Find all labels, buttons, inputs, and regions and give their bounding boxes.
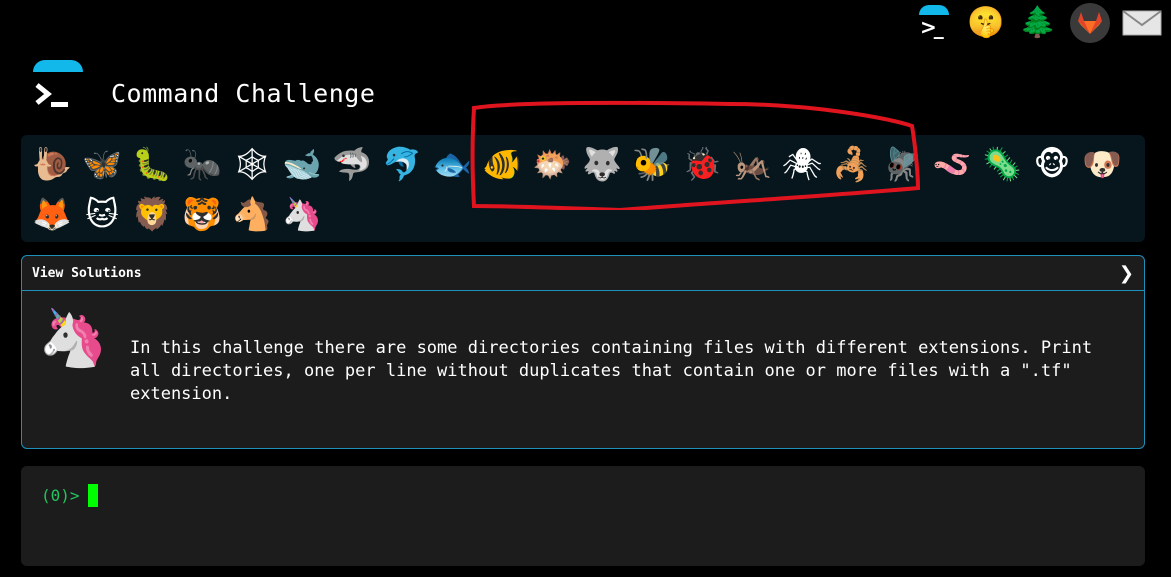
- tropical-fish-icon[interactable]: 🐠: [477, 139, 527, 189]
- terminal-prompt: (0)>: [41, 484, 98, 507]
- horse-icon[interactable]: 🐴: [227, 189, 277, 239]
- shushing-face-icon[interactable]: 🤫: [965, 2, 1007, 44]
- terminal-cursor: [87, 484, 98, 507]
- shark-icon[interactable]: 🦈: [327, 139, 377, 189]
- worm-icon[interactable]: 🪱: [927, 139, 977, 189]
- terminal[interactable]: (0)>: [21, 466, 1145, 566]
- solutions-panel: View Solutions ❯ 🦄 In this challenge the…: [21, 255, 1145, 449]
- brand: Command Challenge: [30, 60, 375, 114]
- unicorn-icon: 🦄: [38, 306, 108, 371]
- fly-icon[interactable]: 🪰: [877, 139, 927, 189]
- gitlab-icon[interactable]: [1069, 2, 1111, 44]
- ladybug-icon[interactable]: 🐞: [677, 139, 727, 189]
- view-solutions-toggle[interactable]: View Solutions ❯: [22, 256, 1144, 291]
- spider-web-icon[interactable]: 🕸: [227, 139, 277, 189]
- scorpion-icon[interactable]: 🦂: [827, 139, 877, 189]
- envelope-icon[interactable]: [1121, 2, 1163, 44]
- spider-icon[interactable]: 🕷: [777, 139, 827, 189]
- terminal-icon[interactable]: >_: [913, 2, 955, 44]
- bee-icon[interactable]: 🐝: [627, 139, 677, 189]
- wolf-icon[interactable]: 🐺: [577, 139, 627, 189]
- butterfly-icon[interactable]: 🦋: [77, 139, 127, 189]
- unicorn-icon[interactable]: 🦄: [277, 189, 327, 239]
- lion-icon[interactable]: 🦁: [127, 189, 177, 239]
- dog-icon[interactable]: 🐶: [1077, 139, 1127, 189]
- cat-icon[interactable]: 🐱: [77, 189, 127, 239]
- challenge-description: In this challenge there are some directo…: [130, 338, 1093, 404]
- prompt-text: (0)>: [41, 486, 80, 505]
- cricket-icon[interactable]: 🦗: [727, 139, 777, 189]
- dolphin-icon[interactable]: 🐬: [377, 139, 427, 189]
- ant-icon[interactable]: 🐜: [177, 139, 227, 189]
- fox-icon[interactable]: 🦊: [27, 189, 77, 239]
- page-title: Command Challenge: [111, 78, 376, 108]
- fish-icon[interactable]: 🐟: [427, 139, 477, 189]
- chevron-right-icon: ❯: [1118, 262, 1134, 284]
- tiger-icon[interactable]: 🐯: [177, 189, 227, 239]
- logo-icon[interactable]: [30, 60, 86, 114]
- challenge-animals-panel: 🐌 🦋 🐛 🐜 🕸 🐋 🦈 🐬 🐟 🐠 🐡 🐺 🐝 🐞 🦗 🕷 🦂 🪰 🪱 🦠 🐵 🐶 🦊 🐱 🦁 🐯 🐴 🦄: [21, 135, 1145, 242]
- top-nav: >_ 🤫 🌲: [913, 0, 1163, 46]
- monkey-icon[interactable]: 🐵: [1027, 139, 1077, 189]
- view-solutions-label: View Solutions: [32, 265, 142, 281]
- caterpillar-icon[interactable]: 🐛: [127, 139, 177, 189]
- microbe-icon[interactable]: 🦠: [977, 139, 1027, 189]
- whale-icon[interactable]: 🐋: [277, 139, 327, 189]
- tree-icon[interactable]: 🌲: [1017, 2, 1059, 44]
- snail-icon[interactable]: 🐌: [27, 139, 77, 189]
- pufferfish-icon[interactable]: 🐡: [527, 139, 577, 189]
